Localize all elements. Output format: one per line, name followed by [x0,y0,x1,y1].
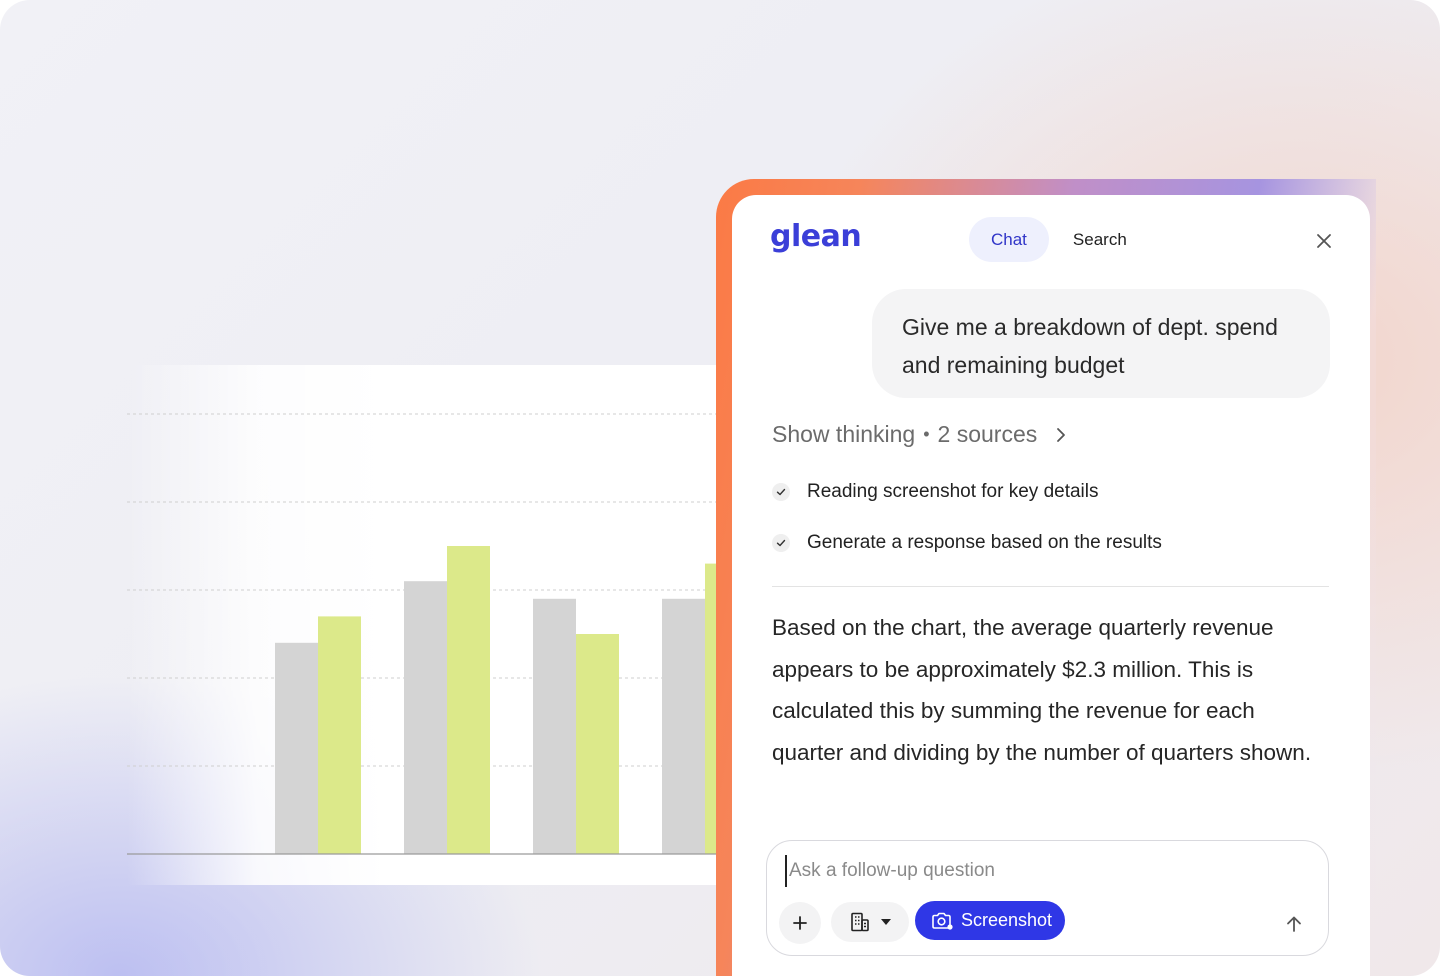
screenshot-label: Screenshot [961,910,1053,930]
glean-logo: glean [770,219,862,254]
chart-bar [533,598,576,854]
close-icon [1317,234,1331,248]
step-label: Reading screenshot for key details [807,481,1099,502]
background-chart-card [127,365,737,885]
add-attachment-button[interactable] [779,902,821,944]
chart-bar [447,546,490,854]
assistant-panel: glean Chat Search Give me a breakdown of… [732,195,1370,976]
chart-bar [404,581,447,854]
divider [772,586,1329,587]
check-icon [772,483,790,501]
chart-bar [662,598,705,854]
app-frame: glean Chat Search Give me a breakdown of… [0,0,1440,976]
camera-icon [932,912,953,930]
follow-up-input[interactable] [785,855,1271,887]
sources-count: 2 sources [937,421,1038,447]
chevron-right-icon [1055,427,1067,443]
caret-down-icon [881,919,891,925]
tab-chat[interactable]: Chat [969,217,1049,262]
assistant-answer: Based on the chart, the average quarterl… [772,615,1312,765]
step-label: Generate a response based on the results [807,532,1162,553]
send-button[interactable] [1279,909,1309,939]
follow-up-composer: Screenshot [766,840,1329,956]
thinking-step: Reading screenshot for key details [772,481,1099,503]
tab-search[interactable]: Search [1051,217,1149,262]
thinking-label: Show thinking [772,421,916,447]
bar-chart [127,413,737,855]
building-icon [851,912,869,932]
chart-bar [275,642,318,854]
screenshot-button[interactable]: Screenshot [915,901,1066,940]
arrow-up-icon [1287,916,1301,932]
show-thinking-toggle[interactable]: Show thinking • 2 sources [772,421,1067,448]
chart-bar [318,616,361,854]
user-message: Give me a breakdown of dept. spend and r… [872,289,1330,398]
close-button[interactable] [1308,225,1340,257]
chart-bar [576,634,619,854]
mode-tabs: Chat Search [969,217,1149,262]
thinking-step: Generate a response based on the results [772,532,1162,554]
separator-dot: • [923,424,930,444]
source-scope-dropdown[interactable] [831,902,909,942]
plus-icon [793,916,807,930]
check-icon [772,534,790,552]
